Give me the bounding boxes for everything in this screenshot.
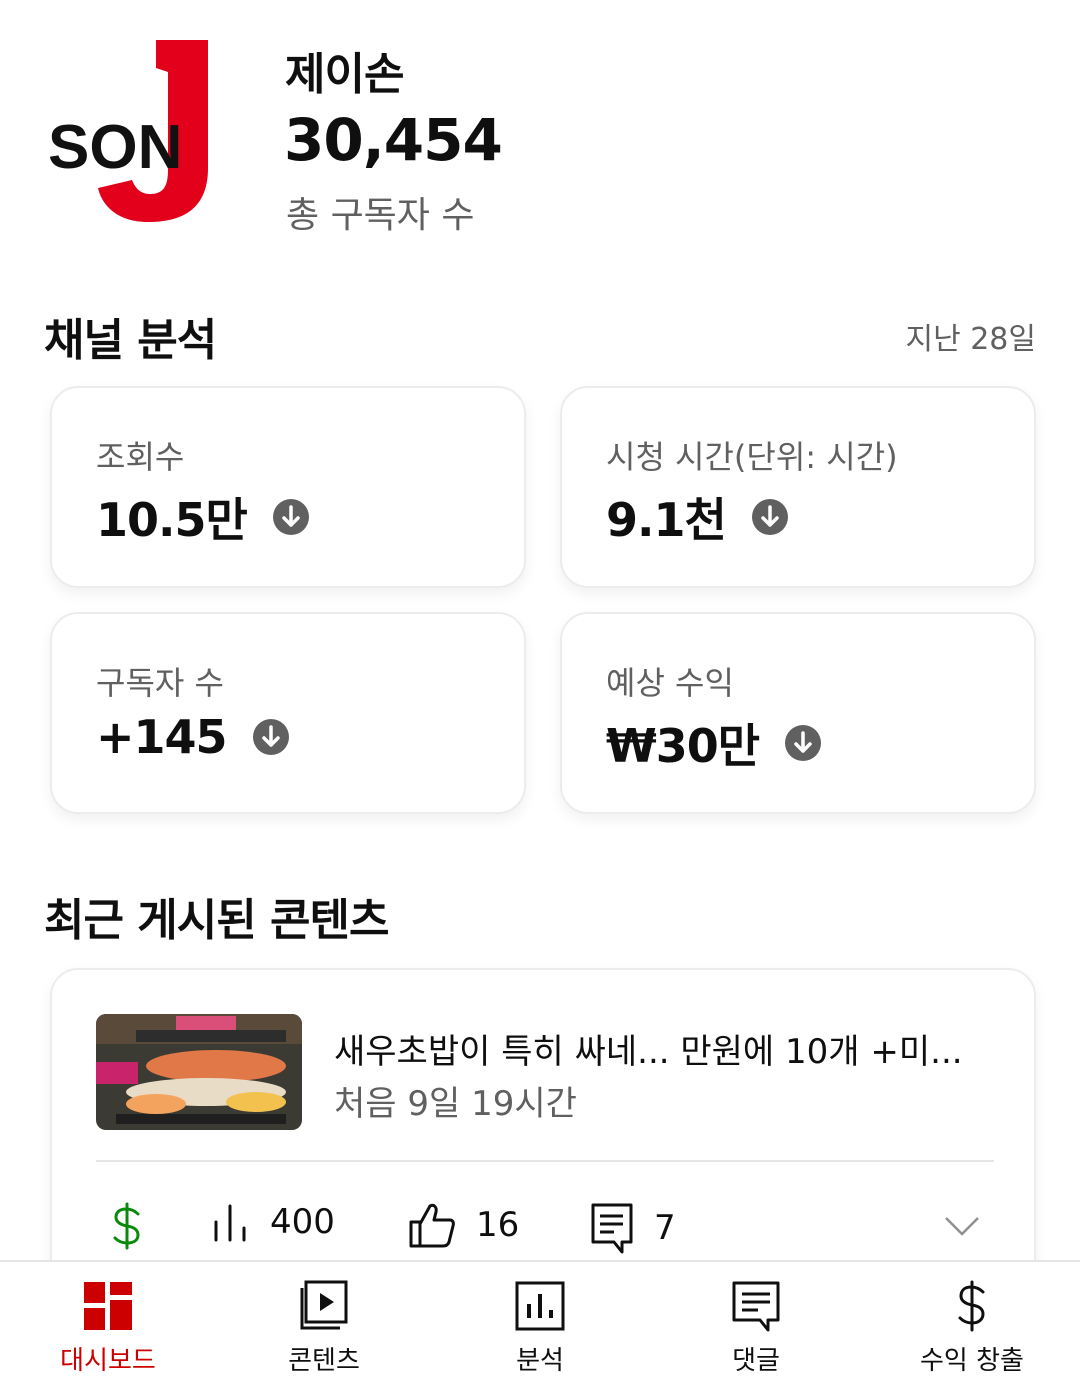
- metric-label: 조회수: [96, 438, 185, 476]
- metric-value: 9.1천: [606, 493, 727, 547]
- comments-stat: 7: [590, 1202, 676, 1254]
- metric-card-watch-time[interactable]: 시청 시간(단위: 시간) 9.1천: [560, 386, 1036, 588]
- nav-item-analytics[interactable]: 분석: [432, 1262, 648, 1384]
- trend-down-icon: [252, 719, 289, 755]
- comments-count: 7: [654, 1208, 676, 1248]
- metric-value: +145: [96, 710, 228, 764]
- svg-text:SON: SON: [48, 113, 182, 182]
- views-stat: 400: [210, 1202, 335, 1242]
- trend-down-icon: [272, 499, 309, 535]
- nav-label: 댓글: [732, 1346, 780, 1376]
- likes-count: 16: [476, 1205, 520, 1245]
- subscriber-label: 총 구독자 수: [286, 195, 475, 236]
- nav-label: 콘텐츠: [288, 1346, 360, 1376]
- views-count: 400: [270, 1202, 335, 1242]
- trend-down-icon: [785, 725, 822, 761]
- metric-value: ₩30만: [606, 719, 760, 773]
- period-label: 지난 28일: [905, 322, 1036, 357]
- metric-card-subscribers[interactable]: 구독자 수 +145: [50, 612, 526, 814]
- content-icon: [300, 1280, 348, 1330]
- dashboard-icon: [84, 1282, 132, 1330]
- comments-icon: [732, 1281, 780, 1332]
- subscriber-count: 30,454: [284, 106, 503, 174]
- video-thumbnail[interactable]: [96, 1014, 302, 1130]
- expand-toggle[interactable]: [944, 1216, 980, 1236]
- analytics-title: 채널 분석: [44, 315, 217, 366]
- monetization-status[interactable]: [110, 1202, 144, 1250]
- trend-down-icon: [751, 499, 788, 535]
- nav-item-monetization[interactable]: 수익 창출: [864, 1262, 1080, 1384]
- chevron-down-icon: [945, 1217, 979, 1236]
- metric-card-revenue[interactable]: 예상 수익 ₩30만: [560, 612, 1036, 814]
- metric-label: 시청 시간(단위: 시간): [606, 438, 898, 476]
- likes-stat: 16: [408, 1202, 519, 1248]
- analytics-icon: [515, 1281, 565, 1331]
- thumbs-up-icon: [409, 1203, 455, 1248]
- nav-item-dashboard[interactable]: 대시보드: [0, 1262, 216, 1384]
- nav-label: 분석: [516, 1346, 564, 1376]
- video-title[interactable]: 새우초밥이 특히 싸네... 만원에 10개 +미...: [334, 1024, 984, 1073]
- bar-chart-icon: [214, 1204, 246, 1242]
- nav-label: 대시보드: [60, 1346, 156, 1376]
- channel-logo[interactable]: SON: [44, 38, 216, 224]
- metric-label: 예상 수익: [606, 664, 734, 702]
- nav-item-content[interactable]: 콘텐츠: [216, 1262, 432, 1384]
- bottom-navigation: 대시보드 콘텐츠 분석 댓글 수익 창출: [0, 1260, 1080, 1384]
- video-age: 처음 9일 19시간: [334, 1084, 577, 1124]
- recent-content-title: 최근 게시된 콘텐츠: [44, 895, 389, 946]
- nav-label: 수익 창출: [920, 1346, 1024, 1376]
- dollar-icon: [113, 1202, 140, 1250]
- metric-value: 10.5만: [96, 493, 248, 547]
- dashboard-page: SON 제이손 30,454 총 구독자 수 채널 분석 지난 28일 조회수 …: [0, 0, 1080, 1384]
- metric-label: 구독자 수: [96, 664, 224, 702]
- channel-name: 제이손: [285, 49, 404, 100]
- nav-item-comments[interactable]: 댓글: [648, 1262, 864, 1384]
- metric-card-views[interactable]: 조회수 10.5만: [50, 386, 526, 588]
- dollar-icon: [958, 1280, 985, 1332]
- comment-icon: [591, 1203, 633, 1254]
- divider: [96, 1160, 994, 1162]
